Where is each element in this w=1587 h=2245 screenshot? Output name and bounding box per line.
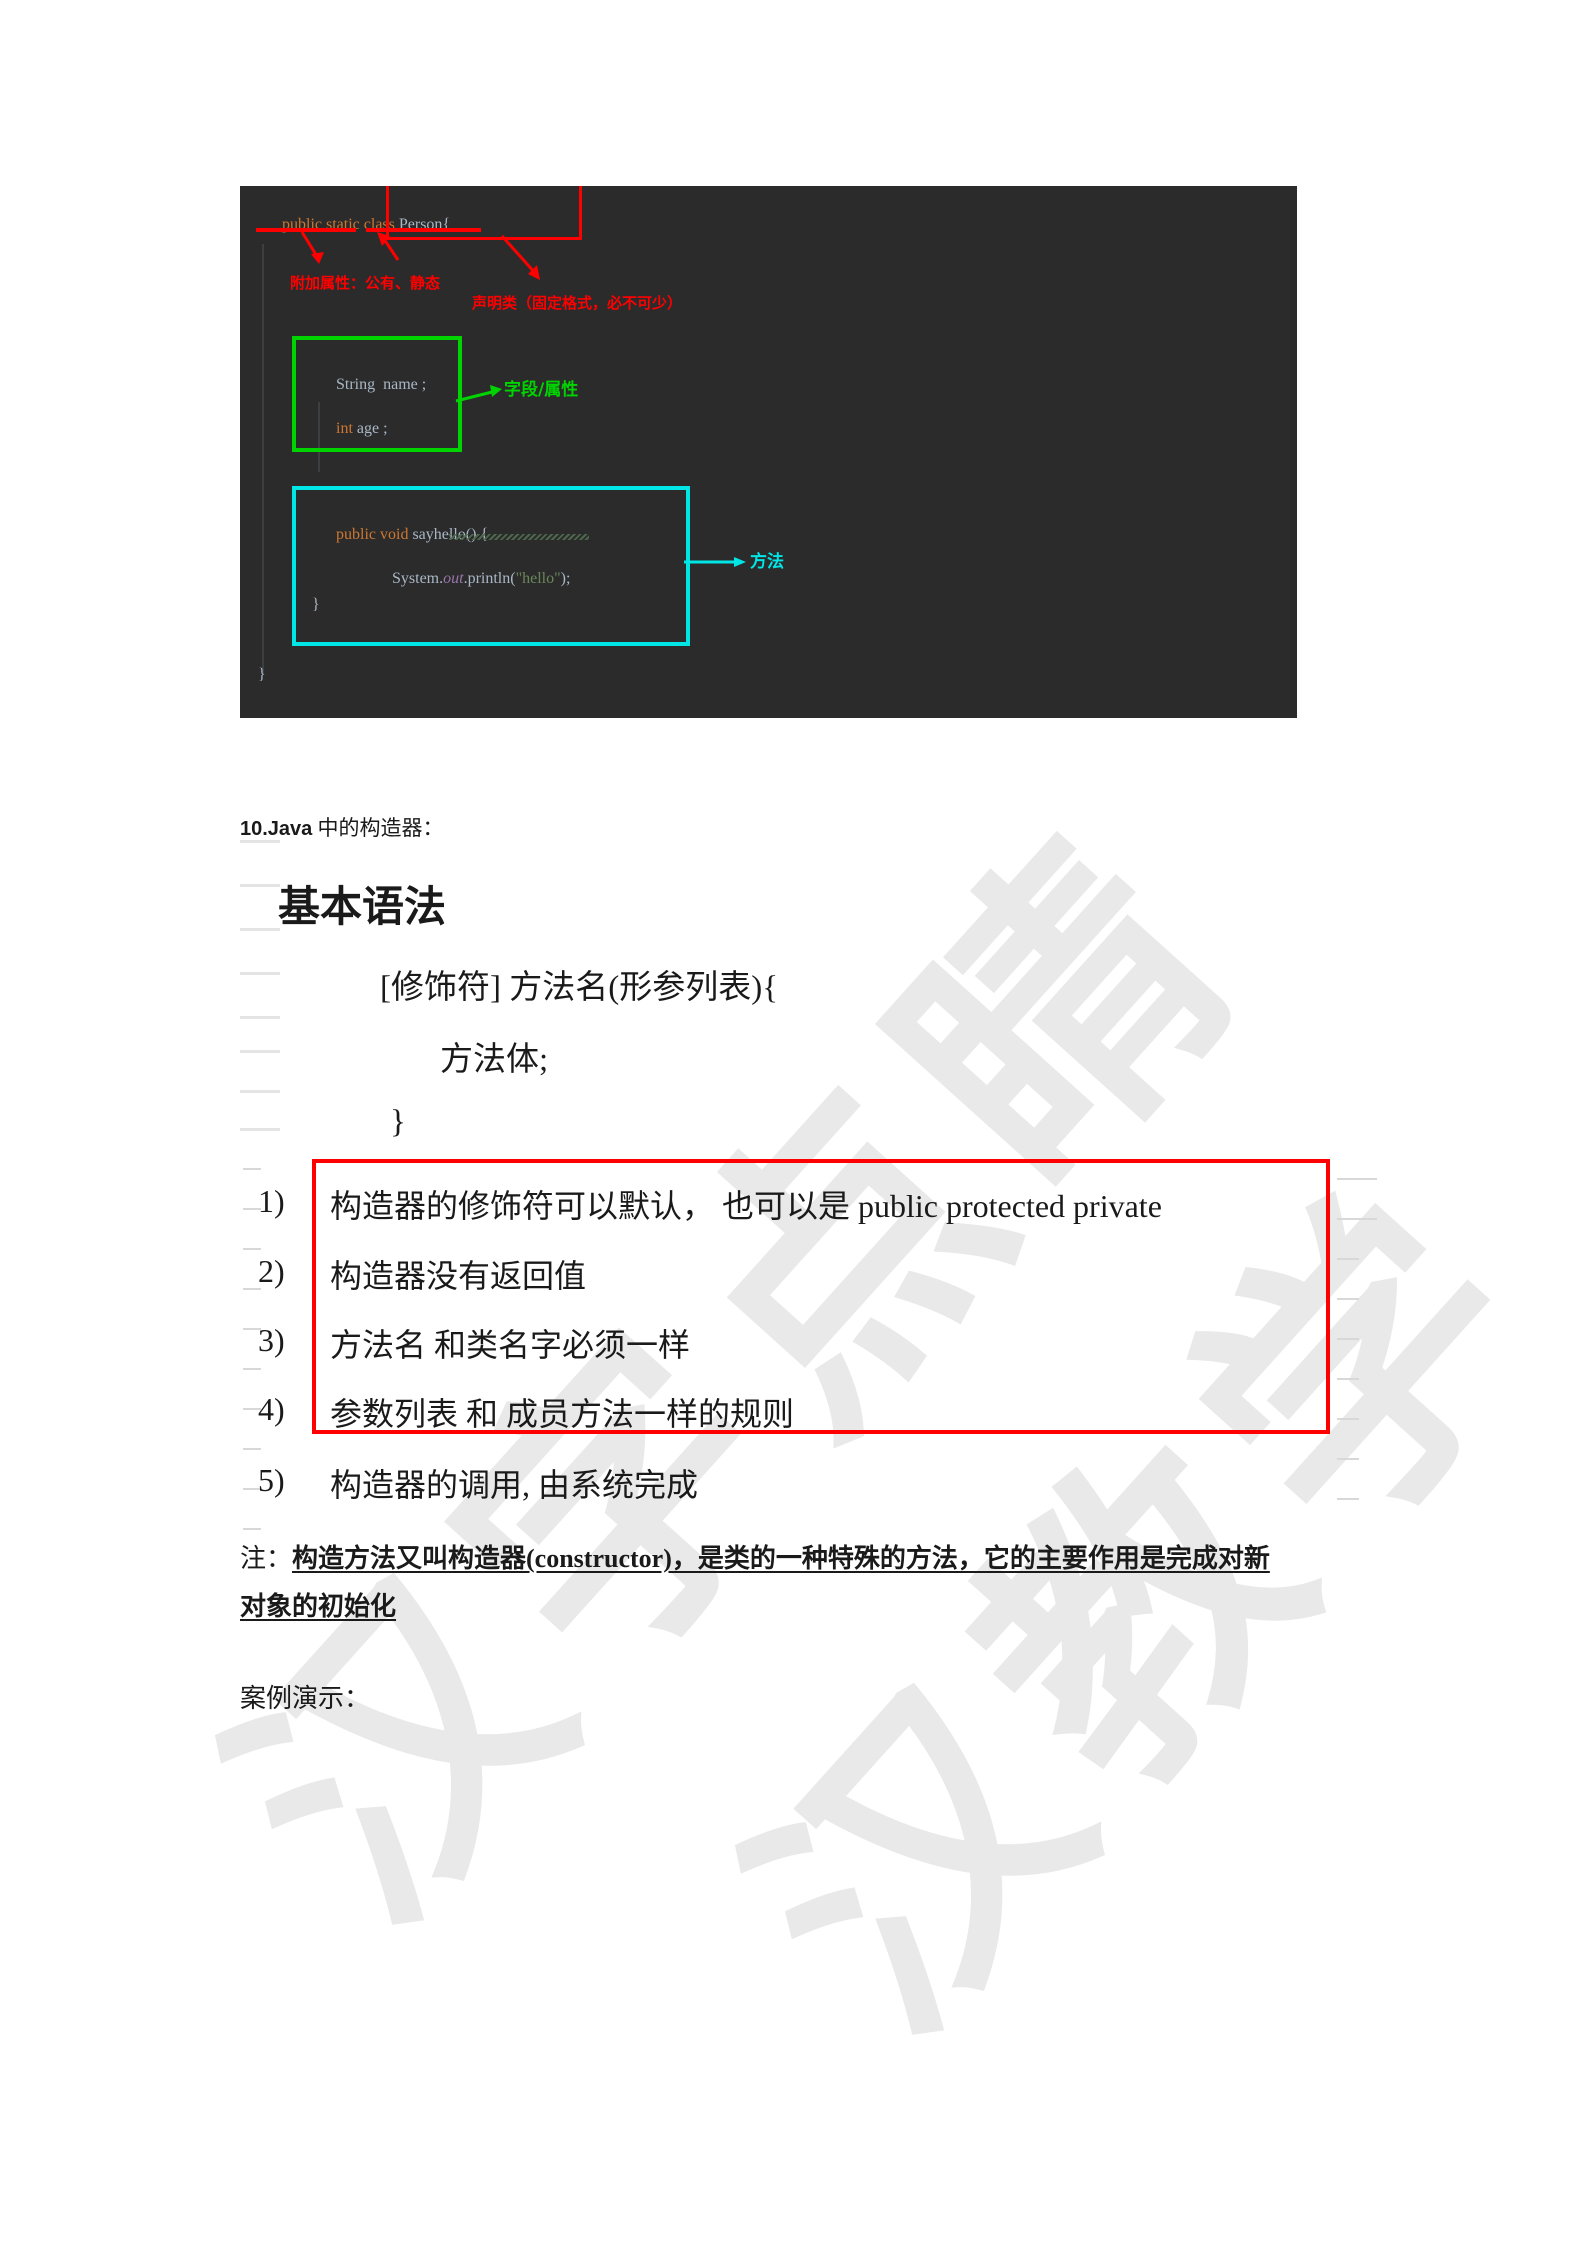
syntax-template-line-3: }	[390, 1104, 406, 1140]
section-10-title: 中的构造器：	[312, 816, 444, 840]
document-page: 汉字点睛 汉教学 public static class Person{Str…	[0, 0, 1587, 2245]
rule-text-1-cn: 构造器的修饰符可以默认， 也可以是	[330, 1188, 859, 1224]
section-10-number: 10.Java	[240, 818, 313, 840]
section-10-heading: 10.Java 中的构造器：	[240, 812, 444, 842]
rule-text-1: 构造器的修饰符可以默认， 也可以是 public protected priva…	[330, 1181, 1162, 1227]
rule-number-5: 5)	[258, 1462, 285, 1498]
rule-number-4: 4)	[258, 1391, 285, 1427]
note-text-line-1: 构造方法又叫构造器(constructor)，是类的一种特殊的方法，它的主要作用…	[292, 1544, 1270, 1573]
rule-number-2: 2)	[258, 1253, 285, 1289]
note-text-line-2: 对象的初始化	[240, 1592, 397, 1621]
note-line-1: 注：构造方法又叫构造器(constructor)，是类的一种特殊的方法，它的主要…	[240, 1538, 1270, 1575]
rule-text-4: 参数列表 和 成员方法一样的规则	[330, 1396, 795, 1432]
rule-number-3: 3)	[258, 1322, 285, 1358]
cyan-arrow	[684, 557, 746, 567]
basic-syntax-heading: 基本语法	[278, 883, 447, 930]
demo-label: 案例演示：	[240, 1684, 371, 1713]
rule-text-1-latin: public protected private	[858, 1188, 1162, 1224]
syntax-template-line-1: [修饰符] 方法名(形参列表){	[380, 970, 779, 1006]
syntax-template-line-2: 方法体;	[440, 1042, 549, 1078]
rule-number-1: 1)	[258, 1183, 285, 1219]
rule-text-5: 构造器的调用, 由系统完成	[330, 1467, 699, 1503]
rule-text-2: 构造器没有返回值	[330, 1258, 587, 1294]
code-screenshot: public static class Person{ String name …	[240, 186, 1297, 718]
rule-text-3: 方法名 和类名字必须一样	[330, 1327, 691, 1363]
note-label: 注：	[240, 1544, 293, 1573]
annotation-label-methods: 方法	[750, 552, 784, 572]
